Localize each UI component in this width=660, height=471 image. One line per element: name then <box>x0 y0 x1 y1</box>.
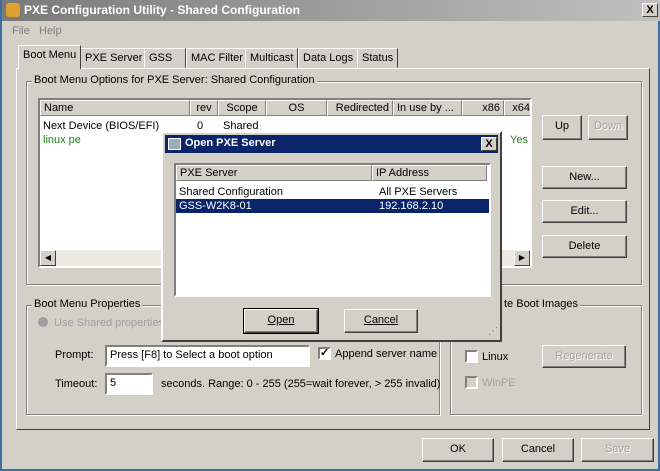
app-icon <box>6 3 20 17</box>
tab-gss[interactable]: GSS <box>144 48 186 68</box>
col-pxe-server[interactable]: PXE Server <box>176 165 372 181</box>
cancel-button[interactable]: Cancel <box>502 438 574 462</box>
group-label: Boot Menu Options for PXE Server: Shared… <box>32 74 317 86</box>
resize-grip-icon[interactable]: ⋰ <box>488 326 498 337</box>
list-item[interactable]: Shared Configuration All PXE Servers <box>176 185 489 199</box>
down-button[interactable]: Down <box>588 115 628 140</box>
group-label: Boot Menu Properties <box>32 298 143 310</box>
edit-button[interactable]: Edit... <box>542 200 627 223</box>
linux-label: Linux <box>482 351 509 363</box>
group-label: te Boot Images <box>502 298 580 310</box>
regenerate-button[interactable]: Regenerate <box>542 345 626 368</box>
use-shared-radio-label[interactable]: Use Shared properties <box>54 317 164 329</box>
scroll-right-icon[interactable]: ▶ <box>514 250 530 266</box>
col-rev[interactable]: rev <box>190 100 218 116</box>
new-button[interactable]: New... <box>542 166 627 189</box>
timeout-label: Timeout: <box>55 378 98 390</box>
prompt-label: Prompt: <box>55 349 94 361</box>
radio-icon[interactable] <box>38 317 48 327</box>
delete-button[interactable]: Delete <box>542 235 627 258</box>
col-os[interactable]: OS <box>266 100 327 116</box>
row-name[interactable]: Next Device (BIOS/EFI) <box>43 120 159 132</box>
append-label: Append server name <box>335 348 438 360</box>
winpe-checkbox[interactable] <box>465 376 478 389</box>
linux-checkbox[interactable] <box>465 350 478 363</box>
tab-data-logs[interactable]: Data Logs <box>298 48 359 68</box>
dialog-cancel-button[interactable]: Cancel <box>344 309 418 333</box>
col-x64[interactable]: x64 <box>504 100 530 116</box>
col-redirected[interactable]: Redirected <box>327 100 393 116</box>
menu-help[interactable]: Help <box>39 25 62 37</box>
dialog-close-button[interactable]: X <box>481 137 497 151</box>
ok-button[interactable]: OK <box>422 438 494 462</box>
row-name[interactable]: linux pe <box>43 134 81 146</box>
server-ip: 192.168.2.10 <box>379 200 444 212</box>
up-button[interactable]: Up <box>542 115 582 140</box>
server-name: GSS-W2K8-01 <box>179 200 252 212</box>
tab-pxe-server[interactable]: PXE Server <box>80 48 148 68</box>
title-bar: PXE Configuration Utility - Shared Confi… <box>2 0 660 21</box>
col-scope[interactable]: Scope <box>218 100 266 116</box>
open-pxe-server-dialog: Open PXE Server X PXE Server IP Address … <box>161 131 502 342</box>
tab-boot-menu[interactable]: Boot Menu <box>18 45 82 69</box>
dialog-title-bar: Open PXE Server X <box>165 135 498 153</box>
server-name: Shared Configuration <box>179 186 283 198</box>
col-in-use-by[interactable]: In use by ... <box>393 100 462 116</box>
menu-file[interactable]: File <box>12 25 30 37</box>
dialog-icon <box>168 138 181 150</box>
scroll-left-icon[interactable]: ◀ <box>40 250 56 266</box>
timeout-input[interactable]: 5 <box>105 373 153 395</box>
prompt-input[interactable]: Press [F8] to Select a boot option <box>105 345 310 367</box>
save-button[interactable]: Save <box>581 438 654 462</box>
close-button[interactable]: X <box>642 3 658 17</box>
window-title: PXE Configuration Utility - Shared Confi… <box>24 3 300 17</box>
open-button[interactable]: Open <box>243 308 319 334</box>
row-x64: Yes <box>510 134 528 146</box>
append-server-checkbox[interactable]: ✓ <box>318 347 331 360</box>
tab-multicast[interactable]: Multicast <box>245 48 299 68</box>
pxe-server-list[interactable]: PXE Server IP Address Shared Configurati… <box>174 163 491 297</box>
tab-mac-filter[interactable]: MAC Filter <box>186 48 248 68</box>
timeout-hint: seconds. Range: 0 - 255 (255=wait foreve… <box>161 378 441 390</box>
tab-status[interactable]: Status <box>357 48 399 68</box>
dialog-title: Open PXE Server <box>185 137 276 149</box>
col-name[interactable]: Name <box>40 100 190 116</box>
winpe-label: WinPE <box>482 377 516 389</box>
server-ip: All PXE Servers <box>379 186 458 198</box>
col-x86[interactable]: x86 <box>462 100 504 116</box>
col-ip-address[interactable]: IP Address <box>372 165 487 181</box>
list-item-selected[interactable]: GSS-W2K8-01 192.168.2.10 <box>176 199 489 213</box>
